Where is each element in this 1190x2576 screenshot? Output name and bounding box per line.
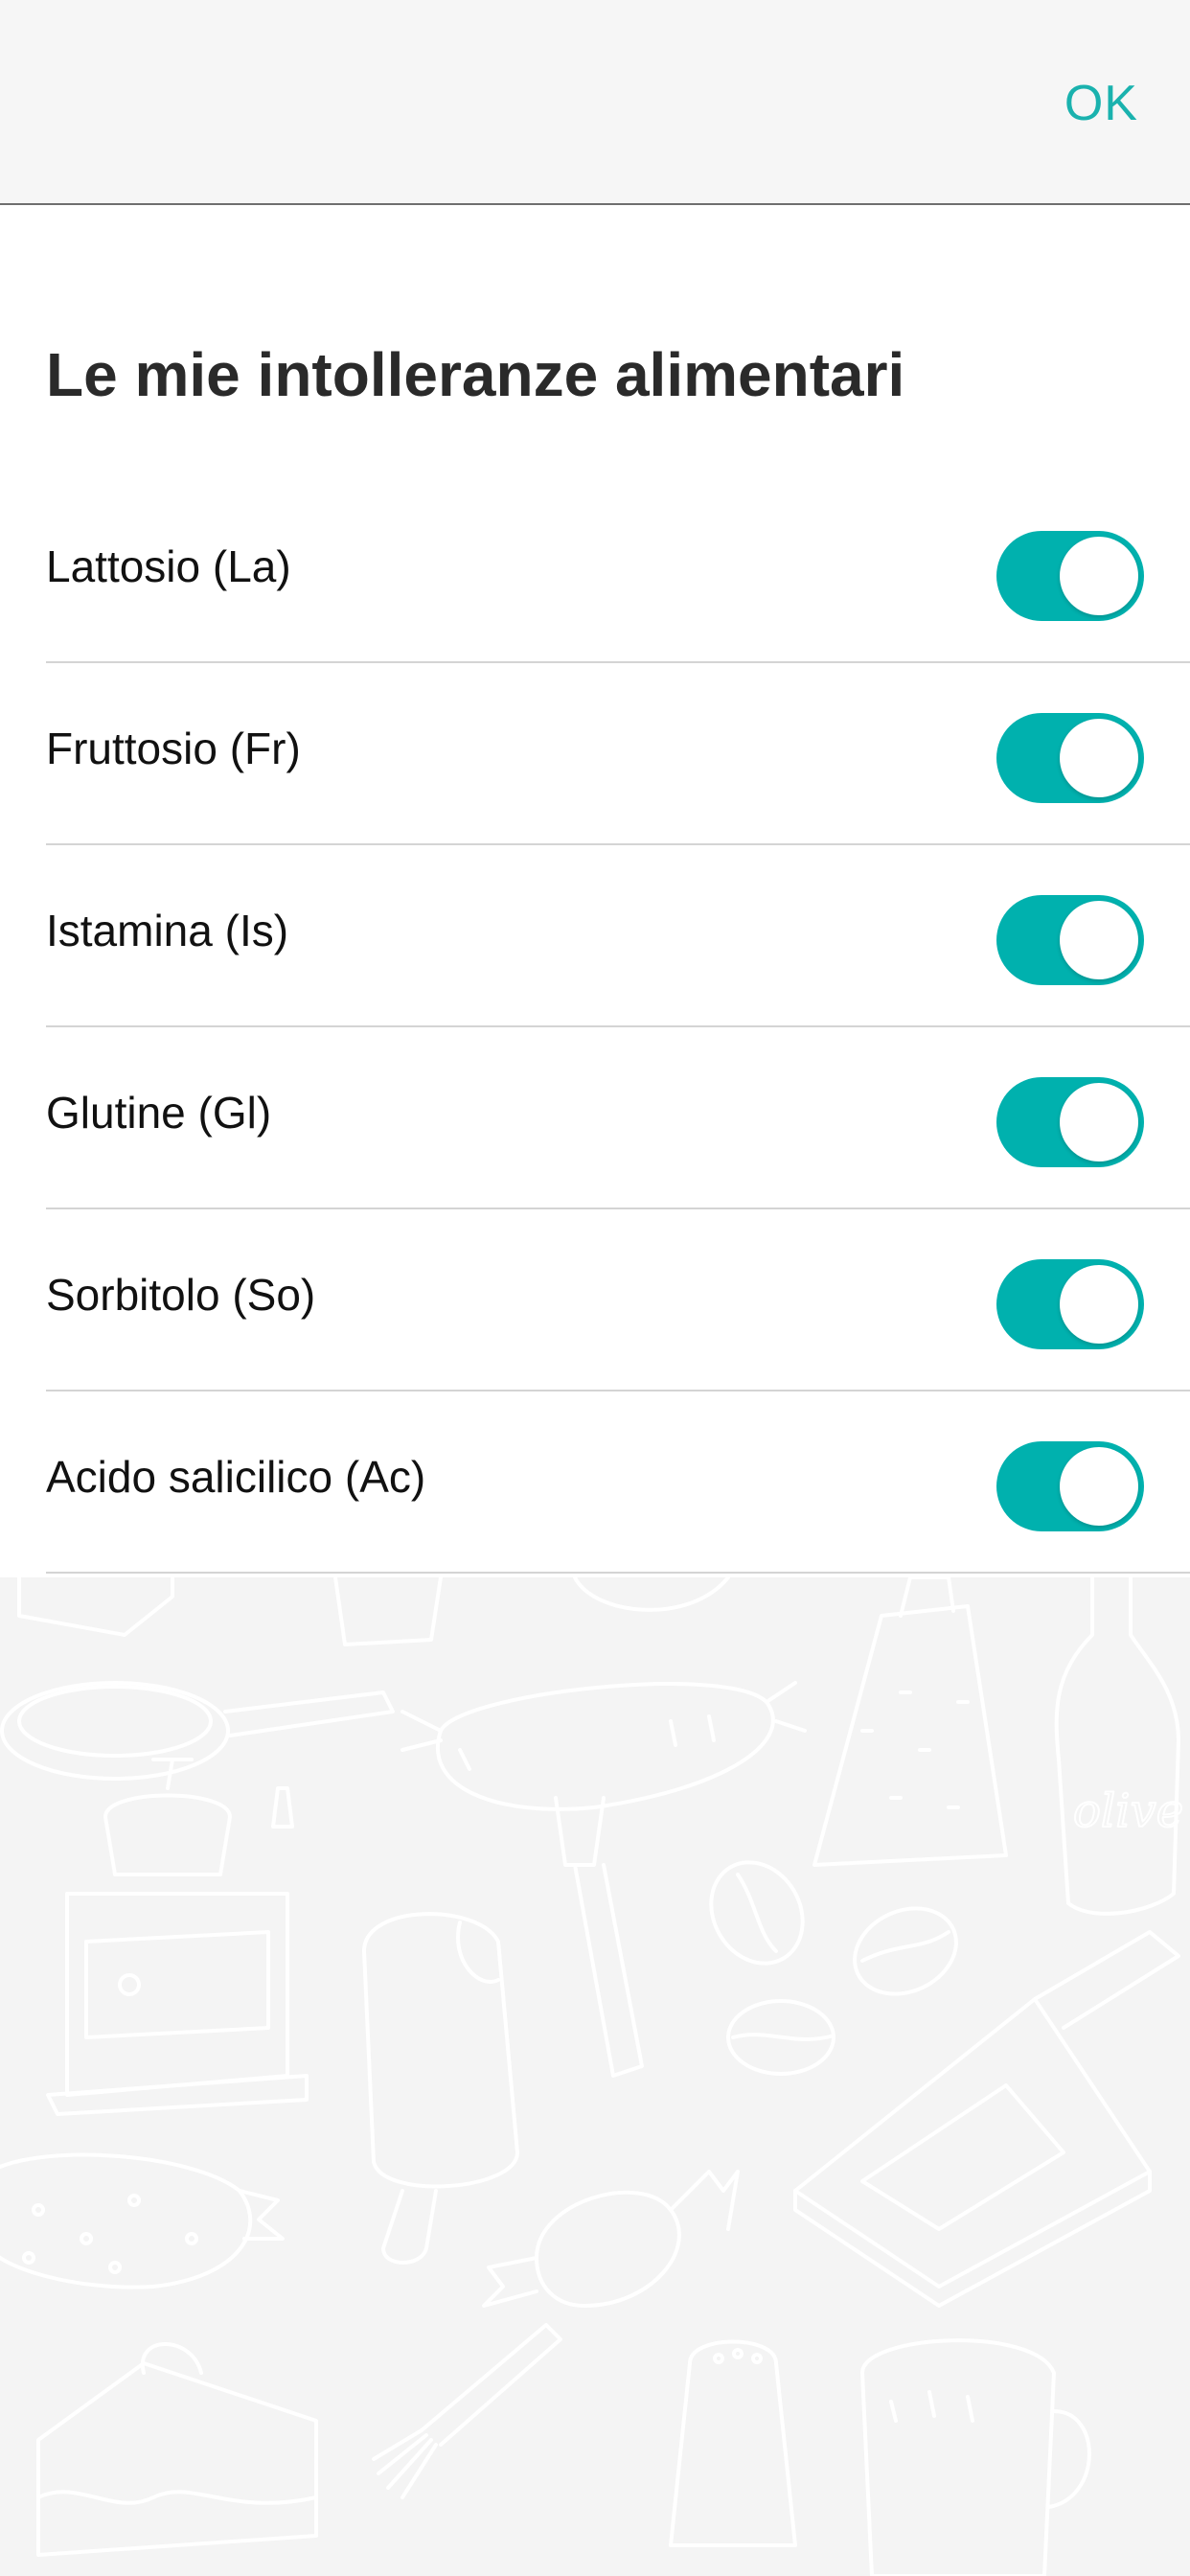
intolerance-label: Lattosio (La)	[46, 541, 291, 591]
intolerance-row-acido-salicilico: Acido salicilico (Ac)	[46, 1392, 1190, 1574]
toggle-knob	[1060, 537, 1138, 615]
istamina-toggle[interactable]	[996, 895, 1144, 985]
intolerance-row-glutine: Glutine (Gl)	[46, 1027, 1190, 1209]
salami-doodle	[0, 2152, 285, 2289]
intolerance-row-fruttosio: Fruttosio (Fr)	[46, 663, 1190, 845]
intolerance-row-lattosio: Lattosio (La)	[46, 481, 1190, 663]
intolerance-label: Sorbitolo (So)	[46, 1270, 316, 1320]
cutting-board-doodle	[793, 1930, 1180, 2308]
page-title: Le mie intolleranze alimentari	[46, 340, 905, 409]
cheese-doodle	[17, 1577, 174, 1637]
grater-doodle	[812, 1577, 1008, 1867]
cup-doodle	[333, 1577, 443, 1646]
toggle-knob	[1060, 1447, 1138, 1526]
frying-pan-doodle	[0, 1681, 395, 1781]
fruttosio-toggle[interactable]	[996, 713, 1144, 803]
glutine-toggle[interactable]	[996, 1077, 1144, 1167]
intolerances-panel: Le mie intolleranze alimentari Lattosio …	[0, 205, 1190, 1577]
intolerance-label: Glutine (Gl)	[46, 1088, 272, 1138]
salt-shaker-doodle	[669, 2339, 797, 2547]
acido-salicilico-toggle[interactable]	[996, 1441, 1144, 1531]
olive-oil-bottle-doodle: olive	[1054, 1577, 1184, 1916]
screen: OK Le mie intolleranze alimentari Lattos…	[0, 0, 1190, 2576]
coffee-grinder-doodle	[46, 1758, 309, 2116]
ok-button[interactable]: OK	[1064, 75, 1138, 132]
toggle-knob	[1060, 901, 1138, 979]
olive-label-text: olive	[1073, 1784, 1183, 1838]
intolerance-row-sorbitolo: Sorbitolo (So)	[46, 1209, 1190, 1392]
intolerance-label: Fruttosio (Fr)	[46, 724, 301, 773]
intolerance-label: Istamina (Is)	[46, 906, 289, 955]
egg-doodle	[573, 1577, 730, 1612]
candy-doodle	[482, 2170, 740, 2308]
sorbitolo-toggle[interactable]	[996, 1259, 1144, 1349]
sausage-fork-doodle	[400, 1681, 807, 2078]
intolerance-label: Acido salicilico (Ac)	[46, 1452, 426, 1502]
intolerance-list: Lattosio (La) Fruttosio (Fr) Istamina (I…	[0, 481, 1190, 1574]
food-doodle-background: olive	[0, 1577, 1184, 2576]
toggle-knob	[1060, 1265, 1138, 1344]
popsicle-doodle	[362, 1912, 519, 2265]
intolerance-row-istamina: Istamina (Is)	[46, 845, 1190, 1027]
coffee-beans-doodle	[709, 1860, 958, 2076]
fork-doodle	[372, 2323, 562, 2499]
cake-slice-doodle	[36, 2342, 318, 2557]
navigation-bar: OK	[0, 0, 1190, 205]
toggle-knob	[1060, 1083, 1138, 1162]
lattosio-toggle[interactable]	[996, 531, 1144, 621]
toggle-knob	[1060, 719, 1138, 797]
beer-mug-doodle	[860, 2338, 1091, 2576]
